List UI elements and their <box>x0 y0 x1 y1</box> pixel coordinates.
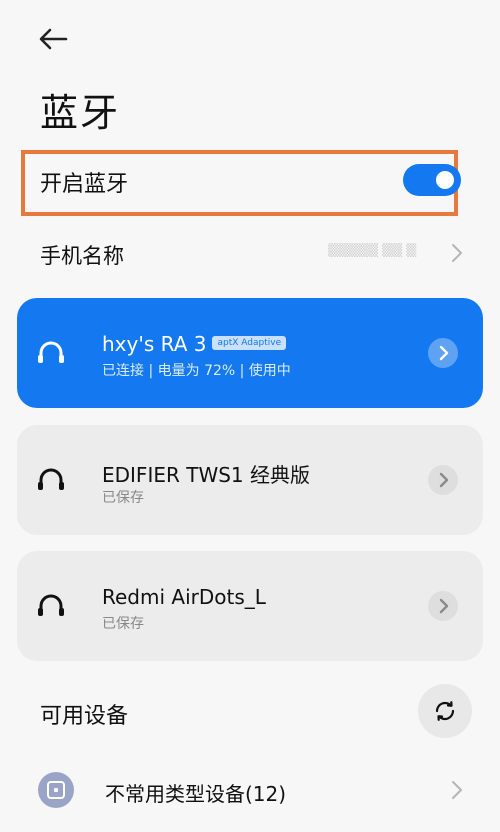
chevron-right-icon <box>439 472 449 488</box>
device-name: Redmi AirDots_L <box>102 585 266 609</box>
chevron-right-icon <box>450 780 464 800</box>
phone-name-value: ▒▒▒▒▒ ▒▒ ▒ <box>328 243 417 258</box>
chevron-right-icon <box>439 598 449 614</box>
available-devices-heading: 可用设备 <box>40 704 129 729</box>
device-details-button[interactable] <box>428 338 458 368</box>
headphones-icon <box>38 594 64 616</box>
refresh-button[interactable] <box>418 684 472 738</box>
device-card-saved[interactable]: Redmi AirDots_L 已保存 <box>17 551 483 661</box>
uncommon-devices-item[interactable]: 不常用类型设备(12) <box>105 778 286 807</box>
device-status: 已保存 <box>102 490 144 506</box>
device-status: 已保存 <box>102 616 144 632</box>
page-title: 蓝牙 <box>40 91 121 135</box>
refresh-icon <box>435 701 455 721</box>
back-arrow-icon <box>39 28 68 50</box>
device-status: 已连接 | 电量为 72% | 使用中 <box>102 363 291 379</box>
codec-badge: aptX Adaptive <box>212 335 287 350</box>
phone-name-label[interactable]: 手机名称 <box>40 240 124 270</box>
device-name-text: hxy's RA 3 <box>102 332 207 356</box>
device-name: EDIFIER TWS1 经典版 <box>102 463 310 487</box>
headphones-icon <box>38 468 64 490</box>
back-button[interactable] <box>36 26 70 52</box>
bluetooth-toggle-label: 开启蓝牙 <box>40 172 129 197</box>
device-name: hxy's RA 3 aptX Adaptive <box>102 332 287 356</box>
headphones-icon <box>38 341 64 363</box>
device-details-button[interactable] <box>428 465 458 495</box>
chevron-right-icon <box>439 345 449 361</box>
device-icon <box>38 772 74 808</box>
chevron-right-icon <box>450 243 464 263</box>
toggle-knob <box>436 171 454 189</box>
device-card-connected[interactable]: hxy's RA 3 aptX Adaptive 已连接 | 电量为 72% | … <box>17 298 483 408</box>
device-details-button[interactable] <box>428 591 458 621</box>
device-card-saved[interactable]: EDIFIER TWS1 经典版 已保存 <box>17 425 483 535</box>
bluetooth-toggle-switch[interactable] <box>403 164 461 196</box>
